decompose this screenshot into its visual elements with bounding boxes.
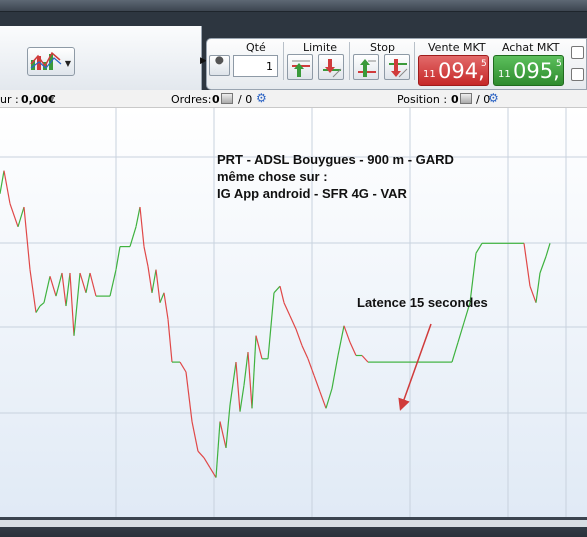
orders-label: Ordres: (171, 93, 212, 106)
annotation-line-3: IG App android - SFR 4G - VAR (217, 186, 407, 201)
qty-label: Qté (246, 41, 266, 54)
separator (414, 42, 415, 80)
limit-sell-icon (323, 59, 342, 78)
quantity-input[interactable] (233, 55, 278, 77)
stop-sell-icon (389, 59, 408, 78)
window-top-bar (0, 0, 587, 12)
sell-mkt-label: Vente MKT (428, 41, 486, 54)
stop-buy-button[interactable] (353, 54, 379, 80)
sell-price-lead: 11 (423, 69, 436, 80)
separator (283, 42, 284, 80)
chart-indicator-icon (30, 51, 62, 70)
horizontal-scrollbar[interactable] (0, 520, 587, 527)
stop-sell-button[interactable] (384, 54, 410, 80)
pnl-value: 0,00€ (21, 93, 56, 106)
limit-sell-button[interactable] (318, 54, 344, 80)
position-gear-icon[interactable]: ⚙ (488, 91, 499, 105)
sell-price-sup: 5 (481, 59, 487, 69)
buy-price-sup: 5 (556, 59, 562, 69)
buy-market-button[interactable]: 11 095, 5 (493, 55, 564, 86)
pnl-label: ur : (0, 93, 19, 106)
buy-mkt-label: Achat MKT (502, 41, 560, 54)
orders-count: 0 (212, 93, 220, 106)
buy-price-main: 095, (513, 59, 560, 83)
info-bar: ur : 0,00€ Ordres: 0 / 0 ⚙ Position : 0 … (0, 90, 587, 108)
stop-buy-icon (358, 59, 376, 77)
option-checkbox-2[interactable] (571, 68, 584, 81)
latency-annotation: Latence 15 secondes (357, 295, 488, 310)
sell-market-button[interactable]: 11 094, 5 (418, 55, 489, 86)
stop-label: Stop (370, 41, 396, 54)
position-list-icon[interactable] (460, 93, 472, 104)
annotation-line-1: PRT - ADSL Bouygues - 900 m - GARD (217, 152, 454, 167)
buy-price-lead: 11 (498, 69, 511, 80)
chart-type-button[interactable]: ▼ (27, 47, 75, 76)
wrench-icon (214, 56, 224, 71)
position-count: 0 (451, 93, 459, 106)
orders-list-icon[interactable] (221, 93, 233, 104)
separator (349, 42, 350, 80)
limit-buy-button[interactable] (287, 54, 313, 80)
option-checkbox-1[interactable] (571, 46, 584, 59)
annotation-line-2: même chose sur : (217, 169, 328, 184)
position-label: Position : (397, 93, 448, 106)
orders-total: / 0 (238, 93, 253, 106)
chevron-down-icon: ▼ (64, 59, 71, 68)
orders-gear-icon[interactable]: ⚙ (256, 91, 267, 105)
settings-button[interactable] (209, 55, 230, 76)
limit-buy-icon (292, 60, 310, 77)
sell-price-main: 094, (438, 59, 485, 83)
limit-label: Limite (303, 41, 338, 54)
